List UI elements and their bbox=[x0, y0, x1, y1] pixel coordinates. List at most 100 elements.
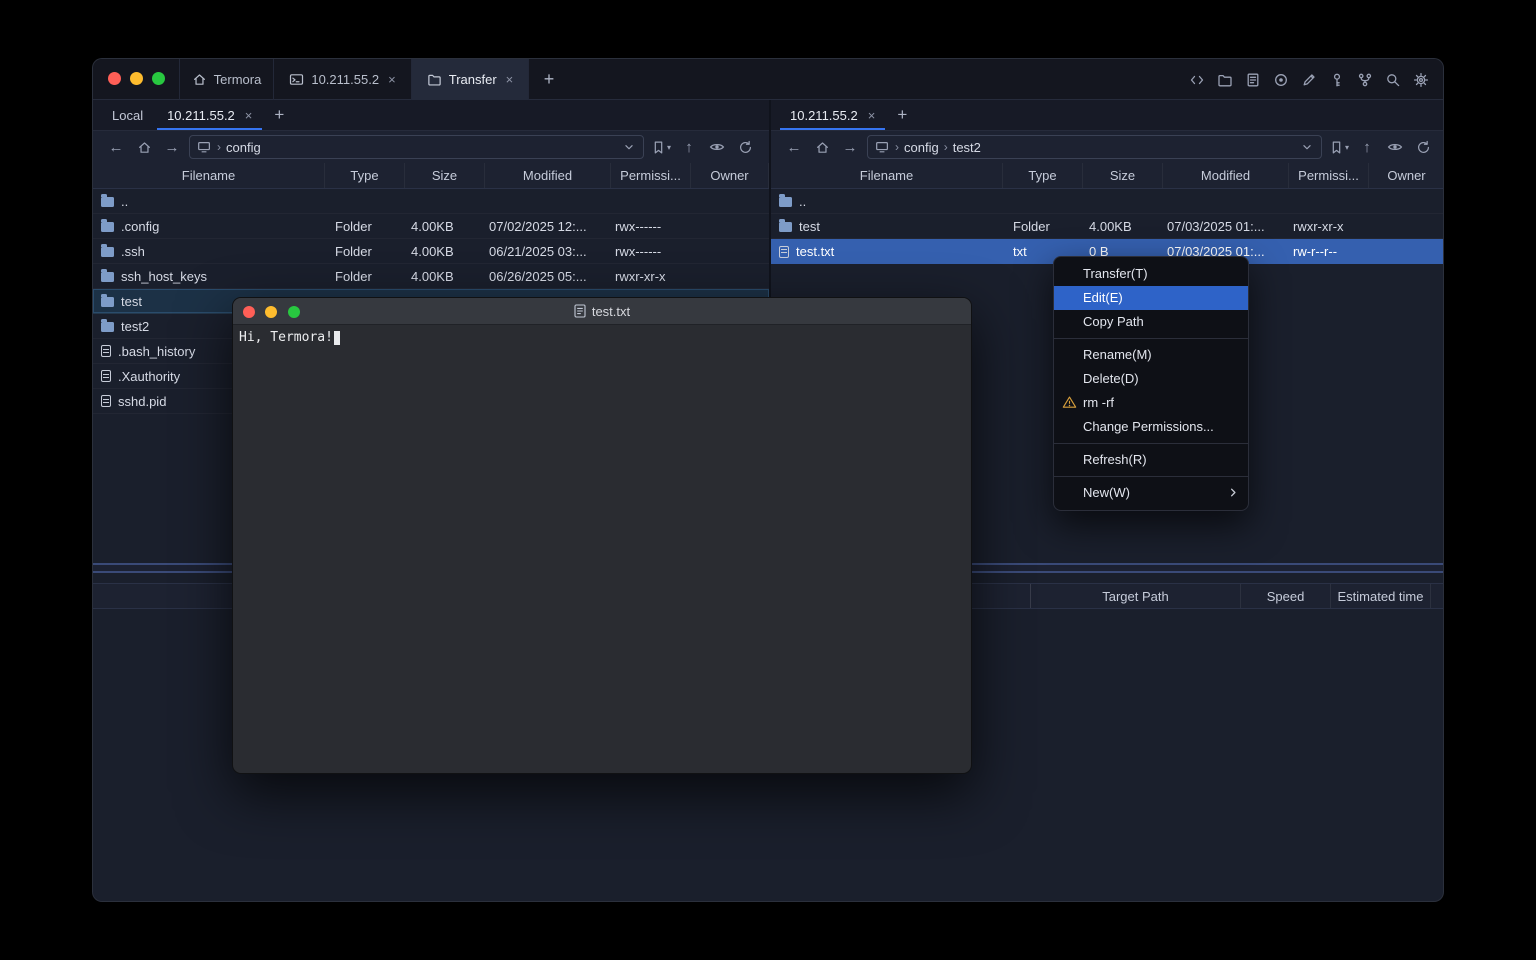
caret-down-icon: ▾ bbox=[667, 143, 671, 152]
back-button[interactable]: ← bbox=[105, 136, 127, 158]
search-icon[interactable] bbox=[1384, 71, 1401, 88]
column-filename[interactable]: Filename bbox=[93, 163, 325, 188]
right-nav-bar: ← → › config › test2 ▾ ↑ bbox=[771, 131, 1444, 163]
back-button[interactable]: ← bbox=[783, 136, 805, 158]
path-bar[interactable]: › config bbox=[189, 135, 644, 159]
column-owner[interactable]: Owner bbox=[1369, 163, 1444, 188]
forward-button[interactable]: → bbox=[839, 136, 861, 158]
settings-gear-icon[interactable] bbox=[1412, 71, 1429, 88]
path-segment[interactable]: test2 bbox=[953, 140, 981, 155]
home-button[interactable] bbox=[811, 136, 833, 158]
pencil-icon[interactable] bbox=[1300, 71, 1317, 88]
table-row[interactable]: .. bbox=[93, 189, 769, 214]
new-panel-tab-button[interactable]: + bbox=[264, 100, 294, 130]
column-target-path[interactable]: Target Path bbox=[1031, 584, 1241, 608]
editor-zoom-button[interactable] bbox=[288, 306, 300, 318]
close-tab-icon[interactable]: × bbox=[506, 72, 514, 87]
menu-item-edit[interactable]: Edit(E) bbox=[1054, 286, 1248, 310]
new-panel-tab-button[interactable]: + bbox=[887, 100, 917, 130]
up-button[interactable]: ↑ bbox=[678, 136, 700, 158]
show-hidden-button[interactable] bbox=[706, 136, 728, 158]
file-icon bbox=[779, 246, 789, 258]
window-tabs: Termora 10.211.55.2 × Transfer × + bbox=[179, 59, 569, 100]
column-type[interactable]: Type bbox=[325, 163, 405, 188]
table-row[interactable]: ssh_host_keys Folder 4.00KB 06/26/2025 0… bbox=[93, 264, 769, 289]
home-button[interactable] bbox=[133, 136, 155, 158]
bookmark-button[interactable]: ▾ bbox=[1328, 136, 1350, 158]
close-tab-icon[interactable]: × bbox=[245, 108, 253, 123]
folder-icon bbox=[101, 297, 114, 307]
forward-button[interactable]: → bbox=[161, 136, 183, 158]
tab-transfer[interactable]: Transfer × bbox=[411, 59, 529, 100]
tab-local[interactable]: Local bbox=[100, 100, 155, 130]
table-row[interactable]: .ssh Folder 4.00KB 06/21/2025 03:... rwx… bbox=[93, 239, 769, 264]
editor-close-button[interactable] bbox=[243, 306, 255, 318]
close-tab-icon[interactable]: × bbox=[868, 108, 876, 123]
tab-ssh-session[interactable]: 10.211.55.2 × bbox=[273, 59, 411, 100]
folder-icon[interactable] bbox=[1216, 71, 1233, 88]
tab-remote-10-211-55-2[interactable]: 10.211.55.2 × bbox=[155, 100, 264, 130]
folder-icon bbox=[101, 322, 114, 332]
editor-minimize-button[interactable] bbox=[265, 306, 277, 318]
tab-termora[interactable]: Termora bbox=[179, 59, 273, 100]
table-row[interactable]: .config Folder 4.00KB 07/02/2025 12:... … bbox=[93, 214, 769, 239]
menu-separator bbox=[1054, 443, 1248, 444]
file-name: ssh_host_keys bbox=[121, 269, 207, 284]
left-table-header: Filename Type Size Modified Permissi... … bbox=[93, 163, 769, 189]
table-row[interactable]: test Folder 4.00KB 07/03/2025 01:... rwx… bbox=[771, 214, 1444, 239]
screen: Termora 10.211.55.2 × Transfer × + bbox=[0, 0, 1536, 960]
menu-item-change-permissions[interactable]: Change Permissions... bbox=[1054, 415, 1248, 439]
menu-item-copy-path[interactable]: Copy Path bbox=[1054, 310, 1248, 334]
zoom-window-button[interactable] bbox=[152, 72, 165, 85]
document-icon[interactable] bbox=[1244, 71, 1261, 88]
up-button[interactable]: ↑ bbox=[1356, 136, 1378, 158]
column-speed[interactable]: Speed bbox=[1241, 584, 1331, 608]
path-bar[interactable]: › config › test2 bbox=[867, 135, 1322, 159]
column-type[interactable]: Type bbox=[1003, 163, 1083, 188]
tab-label: Transfer bbox=[449, 72, 497, 87]
table-row[interactable]: .. bbox=[771, 189, 1444, 214]
column-size[interactable]: Size bbox=[1083, 163, 1163, 188]
close-tab-icon[interactable]: × bbox=[388, 72, 396, 87]
menu-item-refresh[interactable]: Refresh(R) bbox=[1054, 448, 1248, 472]
file-icon bbox=[101, 370, 111, 382]
branch-icon[interactable] bbox=[1356, 71, 1373, 88]
path-segment[interactable]: config bbox=[226, 140, 261, 155]
tab-label: Termora bbox=[214, 72, 262, 87]
column-size[interactable]: Size bbox=[405, 163, 485, 188]
chevron-down-icon[interactable] bbox=[622, 140, 636, 154]
path-segment[interactable]: config bbox=[904, 140, 939, 155]
key-icon[interactable] bbox=[1328, 71, 1345, 88]
column-permissions[interactable]: Permissi... bbox=[611, 163, 691, 188]
menu-item-delete[interactable]: Delete(D) bbox=[1054, 367, 1248, 391]
column-filename[interactable]: Filename bbox=[771, 163, 1003, 188]
menu-item-rename[interactable]: Rename(M) bbox=[1054, 343, 1248, 367]
close-window-button[interactable] bbox=[108, 72, 121, 85]
home-icon bbox=[192, 72, 207, 87]
minimize-window-button[interactable] bbox=[130, 72, 143, 85]
column-permissions[interactable]: Permissi... bbox=[1289, 163, 1369, 188]
chevron-down-icon[interactable] bbox=[1300, 140, 1314, 154]
left-nav-bar: ← → › config ▾ ↑ bbox=[93, 131, 769, 163]
tab-remote-10-211-55-2[interactable]: 10.211.55.2 × bbox=[778, 100, 887, 130]
column-owner[interactable]: Owner bbox=[691, 163, 769, 188]
menu-item-rm-rf[interactable]: rm -rf bbox=[1054, 391, 1248, 415]
editor-titlebar[interactable]: test.txt bbox=[233, 298, 971, 325]
refresh-button[interactable] bbox=[1412, 136, 1434, 158]
menu-separator bbox=[1054, 476, 1248, 477]
bookmark-button[interactable]: ▾ bbox=[650, 136, 672, 158]
new-tab-button[interactable]: + bbox=[529, 59, 569, 100]
menu-item-transfer[interactable]: Transfer(T) bbox=[1054, 262, 1248, 286]
code-icon[interactable] bbox=[1188, 71, 1205, 88]
refresh-button[interactable] bbox=[734, 136, 756, 158]
editor-content[interactable]: Hi, Termora! bbox=[233, 325, 971, 350]
menu-item-new[interactable]: New(W) bbox=[1054, 481, 1248, 505]
record-icon[interactable] bbox=[1272, 71, 1289, 88]
show-hidden-button[interactable] bbox=[1384, 136, 1406, 158]
file-icon bbox=[574, 304, 586, 318]
termora-window: Termora 10.211.55.2 × Transfer × + bbox=[92, 58, 1444, 902]
path-separator: › bbox=[944, 140, 948, 154]
column-estimated-time[interactable]: Estimated time bbox=[1331, 584, 1431, 608]
column-modified[interactable]: Modified bbox=[1163, 163, 1289, 188]
column-modified[interactable]: Modified bbox=[485, 163, 611, 188]
